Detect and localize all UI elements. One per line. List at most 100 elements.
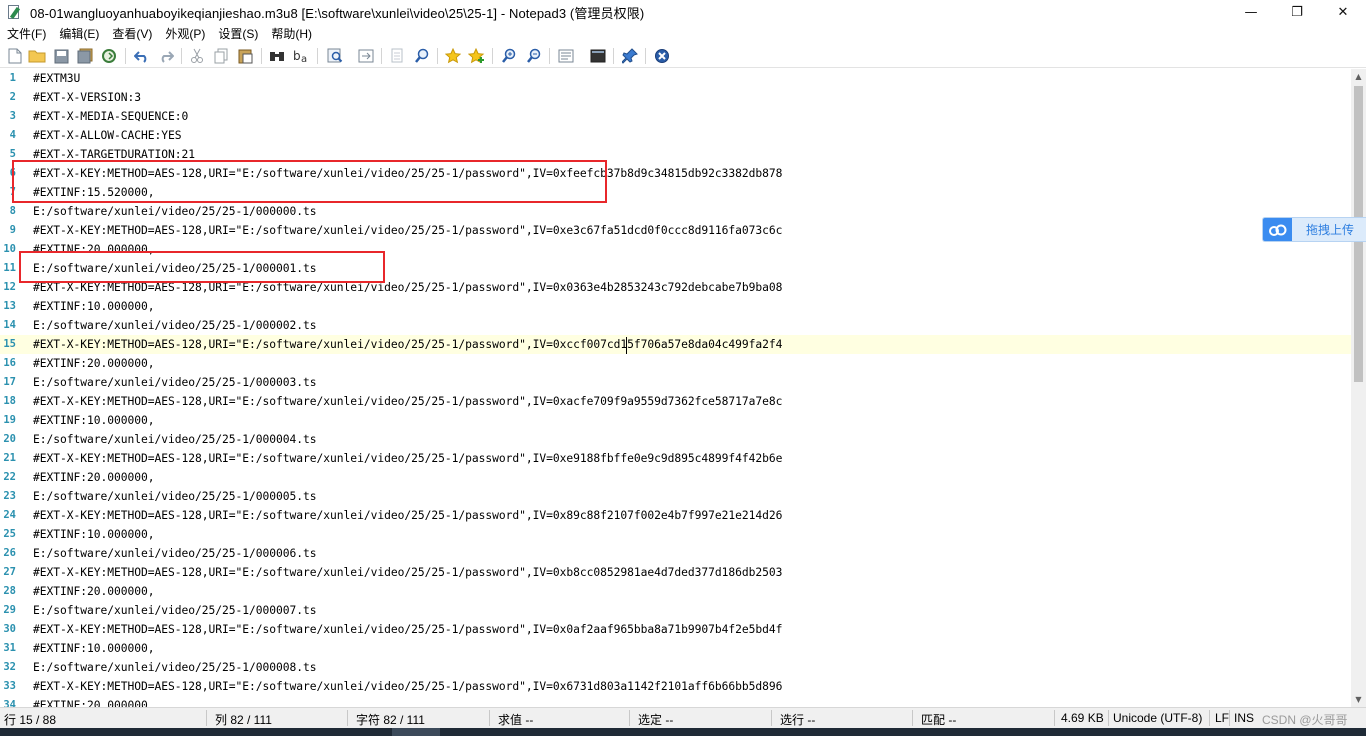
editor-line[interactable]: 30 #EXT-X-KEY:METHOD=AES-128,URI="E:/soft… bbox=[0, 620, 1351, 639]
editor-line[interactable]: 28 #EXTINF:20.000000, bbox=[0, 582, 1351, 601]
redo-icon[interactable] bbox=[157, 47, 175, 65]
editor-line[interactable]: 29 E:/software/xunlei/video/25/25-1/00000… bbox=[0, 601, 1351, 620]
find-next-icon[interactable] bbox=[326, 47, 344, 65]
editor-line[interactable]: 17 E:/software/xunlei/video/25/25-1/00000… bbox=[0, 373, 1351, 392]
editor-line[interactable]: 22 #EXTINF:20.000000, bbox=[0, 468, 1351, 487]
reload-icon[interactable] bbox=[100, 47, 118, 65]
editor-line[interactable]: 15 #EXT-X-KEY:METHOD=AES-128,URI="E:/soft… bbox=[0, 335, 1351, 354]
line-text: #EXT-X-KEY:METHOD=AES-128,URI="E:/softwa… bbox=[33, 623, 783, 636]
status-encoding[interactable]: Unicode (UTF-8) bbox=[1113, 711, 1202, 725]
line-number: 15 bbox=[3, 338, 16, 350]
line-text: #EXT-X-KEY:METHOD=AES-128,URI="E:/softwa… bbox=[33, 680, 783, 693]
editor-line[interactable]: 19 #EXTINF:10.000000, bbox=[0, 411, 1351, 430]
editor-line[interactable]: 10 #EXTINF:20.000000, bbox=[0, 240, 1351, 259]
star-icon[interactable] bbox=[444, 47, 462, 65]
menu-file[interactable]: 文件(F) bbox=[0, 24, 52, 44]
editor-line[interactable]: 11 E:/software/xunlei/video/25/25-1/00000… bbox=[0, 259, 1351, 278]
line-text: E:/software/xunlei/video/25/25-1/000000.… bbox=[33, 205, 317, 218]
editor-line[interactable]: 16 #EXTINF:20.000000, bbox=[0, 354, 1351, 373]
menu-help[interactable]: 帮助(H) bbox=[264, 24, 318, 44]
status-ins[interactable]: INS bbox=[1234, 711, 1254, 725]
editor-line[interactable]: 2 #EXT-X-VERSION:3 bbox=[0, 88, 1351, 107]
copy-icon[interactable] bbox=[212, 47, 230, 65]
zoom-in-icon[interactable] bbox=[500, 47, 518, 65]
status-selection: 选定 -- bbox=[638, 713, 674, 727]
line-number: 23 bbox=[3, 490, 16, 502]
line-number: 25 bbox=[3, 528, 16, 540]
scroll-down-arrow-icon[interactable]: ▼ bbox=[1351, 692, 1366, 707]
editor-line[interactable]: 13 #EXTINF:10.000000, bbox=[0, 297, 1351, 316]
editor-text-area[interactable]: 1 #EXTM3U 2 #EXT-X-VERSION:3 3 #EXT-X-MEDIA-S… bbox=[0, 69, 1351, 707]
line-number: 34 bbox=[3, 699, 16, 707]
editor-line[interactable]: 24 #EXT-X-KEY:METHOD=AES-128,URI="E:/soft… bbox=[0, 506, 1351, 525]
editor-line[interactable]: 5 #EXT-X-TARGETDURATION:21 bbox=[0, 145, 1351, 164]
toolbar-separator bbox=[492, 48, 493, 64]
pin-icon[interactable] bbox=[621, 47, 639, 65]
editor-line[interactable]: 8 E:/software/xunlei/video/25/25-1/000000… bbox=[0, 202, 1351, 221]
cut-icon[interactable] bbox=[188, 47, 206, 65]
editor-line[interactable]: 33 #EXT-X-KEY:METHOD=AES-128,URI="E:/soft… bbox=[0, 677, 1351, 696]
editor-line[interactable]: 3 #EXT-X-MEDIA-SEQUENCE:0 bbox=[0, 107, 1351, 126]
editor-line[interactable]: 26 E:/software/xunlei/video/25/25-1/00000… bbox=[0, 544, 1351, 563]
editor-line[interactable]: 9 #EXT-X-KEY:METHOD=AES-128,URI="E:/softw… bbox=[0, 221, 1351, 240]
editor-line[interactable]: 32 E:/software/xunlei/video/25/25-1/00000… bbox=[0, 658, 1351, 677]
status-column: 列 82 / 111 bbox=[215, 713, 272, 727]
line-text: #EXT-X-ALLOW-CACHE:YES bbox=[33, 129, 182, 142]
editor-line[interactable]: 7 #EXTINF:15.520000, bbox=[0, 183, 1351, 202]
line-number: 13 bbox=[3, 300, 16, 312]
close-button[interactable]: ✕ bbox=[1320, 0, 1366, 24]
find-in-files-icon[interactable] bbox=[413, 47, 431, 65]
new-file-icon[interactable] bbox=[6, 47, 24, 65]
editor-line[interactable]: 34 #EXTINF:20.000000, bbox=[0, 696, 1351, 707]
editor-line[interactable]: 12 #EXT-X-KEY:METHOD=AES-128,URI="E:/soft… bbox=[0, 278, 1351, 297]
editor-line[interactable]: 6 #EXT-X-KEY:METHOD=AES-128,URI="E:/softw… bbox=[0, 164, 1351, 183]
line-text: #EXTINF:20.000000, bbox=[33, 357, 155, 370]
drag-upload-widget[interactable]: 拖拽上传 bbox=[1262, 217, 1366, 242]
editor-line[interactable]: 14 E:/software/xunlei/video/25/25-1/00000… bbox=[0, 316, 1351, 335]
save-icon[interactable] bbox=[52, 47, 70, 65]
replace-icon[interactable]: ba bbox=[292, 47, 310, 65]
taskbar-active-item[interactable] bbox=[392, 728, 440, 736]
line-number: 33 bbox=[3, 680, 16, 692]
editor-line[interactable]: 23 E:/software/xunlei/video/25/25-1/00000… bbox=[0, 487, 1351, 506]
line-text: #EXTINF:10.000000, bbox=[33, 642, 155, 655]
save-all-icon[interactable] bbox=[76, 47, 94, 65]
vertical-scrollbar[interactable]: ▲ ▼ bbox=[1351, 69, 1366, 707]
line-number: 6 bbox=[9, 167, 16, 179]
star-add-icon[interactable] bbox=[468, 47, 486, 65]
terminal-icon[interactable] bbox=[589, 47, 607, 65]
editor-line[interactable]: 1 #EXTM3U bbox=[0, 69, 1351, 88]
exit-icon[interactable] bbox=[653, 47, 671, 65]
menu-bar: 文件(F) 编辑(E) 查看(V) 外观(P) 设置(S) 帮助(H) bbox=[0, 24, 1366, 44]
editor-line[interactable]: 25 #EXTINF:10.000000, bbox=[0, 525, 1351, 544]
scroll-up-arrow-icon[interactable]: ▲ bbox=[1351, 69, 1366, 84]
editor-line[interactable]: 31 #EXTINF:10.000000, bbox=[0, 639, 1351, 658]
editor-line[interactable]: 4 #EXT-X-ALLOW-CACHE:YES bbox=[0, 126, 1351, 145]
zoom-out-icon[interactable] bbox=[525, 47, 543, 65]
toolbar-separator bbox=[181, 48, 182, 64]
line-number: 14 bbox=[3, 319, 16, 331]
goto-icon[interactable] bbox=[357, 47, 375, 65]
wordwrap-icon[interactable] bbox=[557, 47, 575, 65]
undo-icon[interactable] bbox=[133, 47, 151, 65]
line-number: 12 bbox=[3, 281, 16, 293]
menu-appearance[interactable]: 外观(P) bbox=[158, 24, 211, 44]
editor-line[interactable]: 18 #EXT-X-KEY:METHOD=AES-128,URI="E:/soft… bbox=[0, 392, 1351, 411]
menu-view[interactable]: 查看(V) bbox=[105, 24, 158, 44]
minimize-button[interactable]: — bbox=[1228, 0, 1274, 24]
editor-line[interactable]: 20 E:/software/xunlei/video/25/25-1/00000… bbox=[0, 430, 1351, 449]
editor-line[interactable]: 27 #EXT-X-KEY:METHOD=AES-128,URI="E:/soft… bbox=[0, 563, 1351, 582]
maximize-button[interactable]: ❐ bbox=[1274, 0, 1320, 24]
line-number: 8 bbox=[9, 205, 16, 217]
status-eol[interactable]: LF bbox=[1215, 711, 1229, 725]
menu-settings[interactable]: 设置(S) bbox=[211, 24, 264, 44]
toolbar-separator bbox=[613, 48, 614, 64]
line-text: #EXT-X-MEDIA-SEQUENCE:0 bbox=[33, 110, 189, 123]
editor-line[interactable]: 21 #EXT-X-KEY:METHOD=AES-128,URI="E:/soft… bbox=[0, 449, 1351, 468]
menu-edit[interactable]: 编辑(E) bbox=[52, 24, 105, 44]
open-folder-icon[interactable] bbox=[28, 47, 46, 65]
paste-icon[interactable] bbox=[236, 47, 254, 65]
zoom-find-icon[interactable] bbox=[389, 47, 407, 65]
find-icon[interactable] bbox=[268, 47, 286, 65]
line-number: 2 bbox=[9, 91, 16, 103]
